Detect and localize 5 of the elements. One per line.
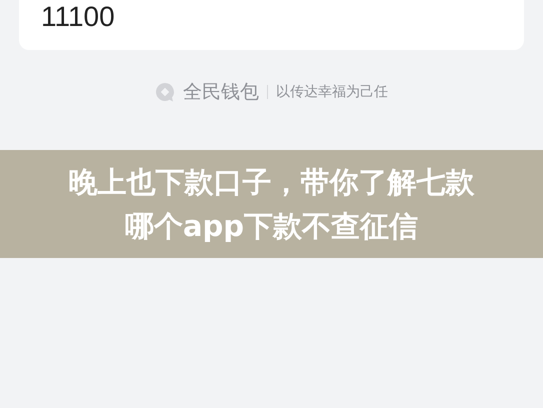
- amount-text: 11100: [41, 2, 115, 32]
- slogan-text: 以传达幸福为己任: [276, 82, 388, 102]
- banner-title: 晚上也下款口子，带你了解七款哪个app下款不查征信: [68, 164, 476, 245]
- logo-icon: [155, 82, 175, 102]
- brand-name: 全民钱包: [183, 80, 259, 105]
